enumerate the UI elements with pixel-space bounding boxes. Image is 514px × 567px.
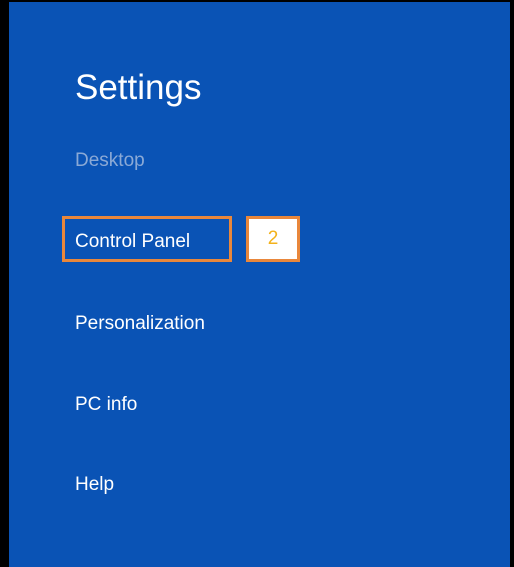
menu-item-help[interactable]: Help	[75, 473, 114, 497]
settings-charm-pane: Settings Desktop Control Panel Personali…	[9, 2, 510, 567]
screenshot-frame: Settings Desktop Control Panel Personali…	[0, 0, 514, 567]
settings-title: Settings	[75, 68, 202, 107]
menu-item-desktop: Desktop	[75, 150, 145, 171]
control-panel-highlight-box	[62, 216, 232, 262]
menu-item-pc-info[interactable]: PC info	[75, 393, 137, 417]
menu-item-personalization[interactable]: Personalization	[75, 312, 205, 336]
step-number-badge: 2	[246, 216, 300, 262]
